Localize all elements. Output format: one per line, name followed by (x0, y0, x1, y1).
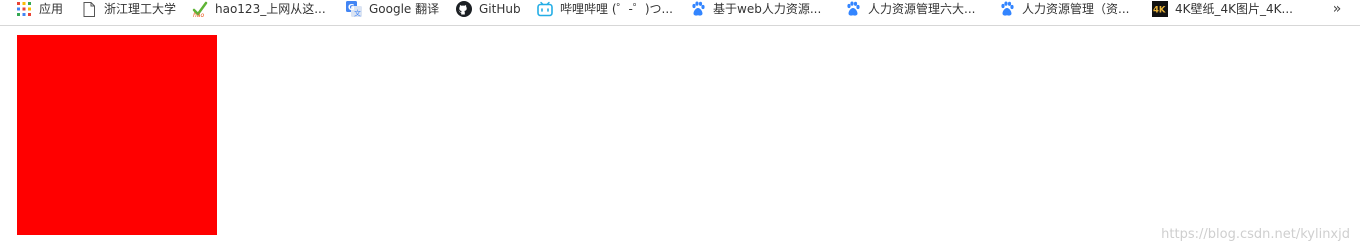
csdn-watermark: https://blog.csdn.net/kylinxjd (1161, 227, 1350, 242)
bookmark-label: GitHub (479, 2, 521, 16)
apps-grid-icon (16, 1, 32, 17)
bookmark-label: 人力资源管理六大... (868, 2, 976, 16)
bookmark-github[interactable]: GitHub (456, 0, 521, 18)
4k-icon: 4K (1152, 1, 1168, 17)
svg-text:hao: hao (193, 12, 204, 17)
bookmarks-overflow-button[interactable]: » (1328, 0, 1346, 18)
bookmark-label: Google 翻译 (369, 2, 440, 16)
bookmark-google-translate[interactable]: G 文 Google 翻译 (346, 0, 439, 18)
bookmark-label: 浙江理工大学 (104, 2, 177, 16)
bookmark-label: hao123_上网从这... (215, 2, 326, 16)
bookmark-apps[interactable]: 应用 (16, 0, 63, 18)
baidu-paw-icon (845, 1, 861, 17)
bookmark-hr-web[interactable]: 基于web人力资源... (690, 0, 821, 18)
bookmark-label: 4K壁纸_4K图片_4K... (1175, 2, 1293, 16)
bookmark-4k-wallpaper[interactable]: 4K 4K壁纸_4K图片_4K... (1152, 0, 1293, 18)
bookmark-label: 应用 (39, 2, 64, 16)
bookmark-label: 人力资源管理（资... (1022, 2, 1130, 16)
bilibili-icon (537, 1, 553, 17)
bookmark-zstu[interactable]: 浙江理工大学 (81, 0, 176, 18)
bookmark-hr-six[interactable]: 人力资源管理六大... (845, 0, 975, 18)
svg-text:文: 文 (354, 9, 361, 18)
baidu-paw-icon (690, 1, 706, 17)
bookmark-label: 基于web人力资源... (713, 2, 822, 16)
bookmarks-bar: 应用 浙江理工大学 hao hao123_上网从这... G 文 Google … (0, 0, 1360, 26)
google-translate-icon: G 文 (346, 1, 362, 17)
bookmark-hr-resource[interactable]: 人力资源管理（资... (999, 0, 1129, 18)
page-content (0, 26, 1360, 250)
github-icon (456, 1, 472, 17)
bookmark-bilibili[interactable]: 哔哩哔哩 (゜-゜)つ... (537, 0, 673, 18)
page-icon (81, 1, 97, 17)
bookmark-label: 哔哩哔哩 (゜-゜)つ... (560, 2, 673, 16)
red-square (17, 35, 217, 235)
bookmark-hao123[interactable]: hao hao123_上网从这... (192, 0, 326, 18)
hao123-icon: hao (192, 1, 208, 17)
baidu-paw-icon (999, 1, 1015, 17)
svg-text:4K: 4K (1153, 6, 1166, 16)
